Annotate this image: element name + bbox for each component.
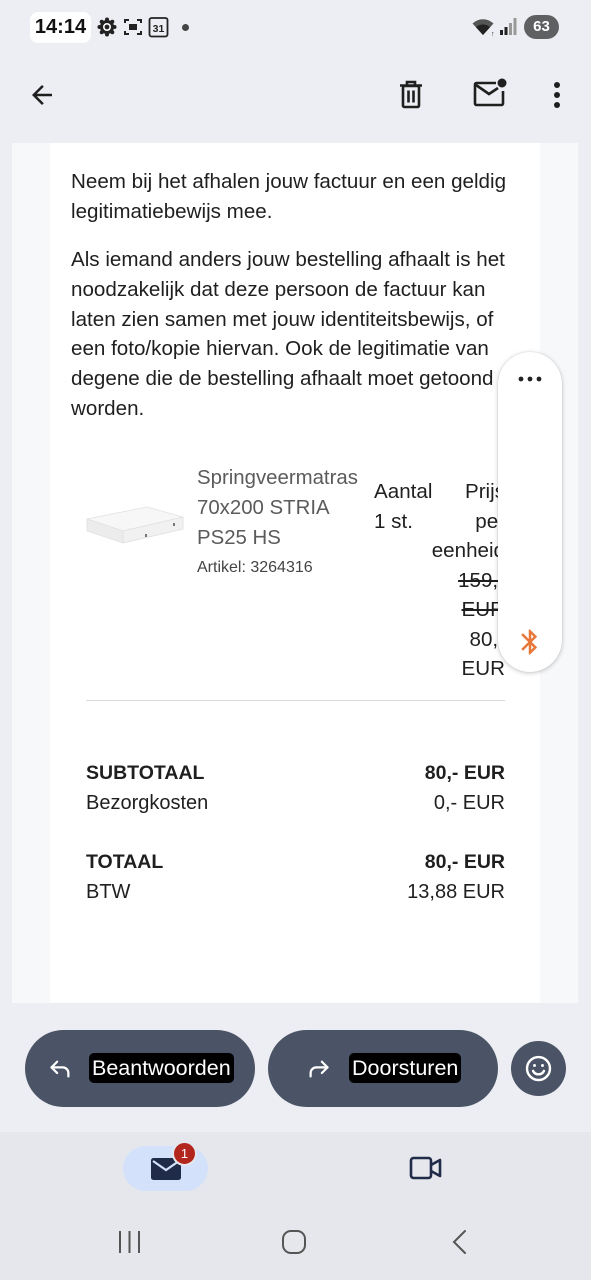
paragraph-line: legitimatiebewijs mee. <box>71 199 273 223</box>
reply-label: Beantwoorden <box>89 1053 234 1083</box>
edge-panel[interactable] <box>498 352 562 672</box>
more-vert-icon[interactable] <box>545 81 569 109</box>
price-header-line: Prijs <box>464 480 505 503</box>
total-row: TOTAAL 80,- EUR <box>86 847 505 877</box>
home-icon[interactable] <box>281 1229 307 1255</box>
paragraph-line: degene die de bestelling afhaalt moet ge… <box>71 367 494 391</box>
paragraph-line: Neem bij het afhalen jouw factuur en een… <box>71 170 507 193</box>
mattress-image[interactable] <box>85 503 185 548</box>
price-line: 80,- <box>469 627 506 651</box>
trash-icon[interactable] <box>396 79 426 111</box>
vat-label: BTW <box>86 881 131 903</box>
calendar-day: 31 <box>153 23 165 35</box>
bluetooth-icon[interactable] <box>515 627 545 657</box>
battery-icon: 63 <box>524 15 559 39</box>
wifi-icon: ↑↓ <box>471 15 495 37</box>
reply-icon <box>47 1055 74 1082</box>
total-value: 80,- EUR <box>424 851 505 873</box>
status-bar: 14:14 31 ↑↓ <box>0 0 591 50</box>
vat-value: 13,88 EUR <box>407 881 505 903</box>
recents-icon[interactable] <box>117 1230 142 1254</box>
paragraph-third-party-pickup: Als iemand anders jouw bestelling afhaal… <box>71 245 505 424</box>
price-header-line: eenheid <box>431 539 505 562</box>
mail-unread-icon[interactable] <box>472 77 508 109</box>
total-label: TOTAAL <box>86 851 164 873</box>
paragraph-line: noodzakelijk dat deze persoon de factuur… <box>71 277 486 301</box>
bottom-navigation <box>0 1132 591 1280</box>
screenshot-icon <box>123 17 143 37</box>
price-column: Prijs per eenheid 159,- EUR 80,- EUR <box>432 477 505 684</box>
quantity-column: Aantal 1 st. <box>374 477 432 536</box>
paragraph-pickup-instructions: Neem bij het afhalen jouw factuur en een… <box>71 167 506 227</box>
calendar-icon: 31 <box>148 16 169 38</box>
paragraph-line: Als iemand anders jouw bestelling afhaal… <box>71 248 505 271</box>
status-time: 14:14 <box>30 12 91 43</box>
quantity-header: Aantal <box>374 480 433 503</box>
paragraph-line: een foto/kopie hiervan. Ook de legitimat… <box>71 337 489 361</box>
shipping-label: Bezorgkosten <box>86 792 209 814</box>
product-article-number: Artikel: 3264316 <box>197 559 313 576</box>
shipping-row: Bezorgkosten 0,- EUR <box>86 788 505 818</box>
price-line: EUR <box>461 657 505 680</box>
forward-button[interactable]: Doorsturen <box>268 1030 498 1107</box>
arrow-back-icon[interactable] <box>27 80 57 110</box>
product-name[interactable]: Springveermatras 70x200 STRIA PS25 HS <box>197 463 358 553</box>
video-icon[interactable] <box>409 1155 442 1181</box>
old-price-line: 159,- <box>458 568 505 592</box>
app-bar <box>0 50 591 143</box>
forward-icon <box>305 1055 332 1082</box>
product-name-line: 70x200 STRIA <box>197 497 330 519</box>
sync-icon <box>97 17 117 37</box>
svg-text:↑↓: ↑↓ <box>491 31 495 37</box>
product-name-line: Springveermatras <box>197 467 358 489</box>
more-horiz-icon[interactable] <box>516 374 544 384</box>
subtotal-label: SUBTOTAAL <box>86 762 205 784</box>
product-name-line: PS25 HS <box>197 527 281 549</box>
back-icon[interactable] <box>450 1229 470 1255</box>
unread-badge: 1 <box>172 1141 197 1166</box>
paragraph-line: laten zien samen met jouw identiteitsbew… <box>71 307 494 331</box>
forward-label: Doorsturen <box>349 1053 462 1083</box>
subtotal-value: 80,- EUR <box>424 762 505 784</box>
emoji-reaction-icon <box>524 1054 553 1083</box>
old-price-line: EUR <box>461 598 505 621</box>
subtotal-row: SUBTOTAAL 80,- EUR <box>86 758 505 788</box>
shipping-value: 0,- EUR <box>433 792 505 814</box>
emoji-reaction-button[interactable] <box>511 1041 566 1096</box>
reply-button[interactable]: Beantwoorden <box>25 1030 255 1107</box>
vat-row: BTW 13,88 EUR <box>86 877 505 907</box>
quantity-value: 1 st. <box>374 509 413 533</box>
signal-icon <box>499 17 518 36</box>
paragraph-line: worden. <box>71 396 145 420</box>
price-header-line: per <box>475 509 505 533</box>
divider <box>86 700 505 701</box>
notification-dot-icon <box>182 24 189 31</box>
